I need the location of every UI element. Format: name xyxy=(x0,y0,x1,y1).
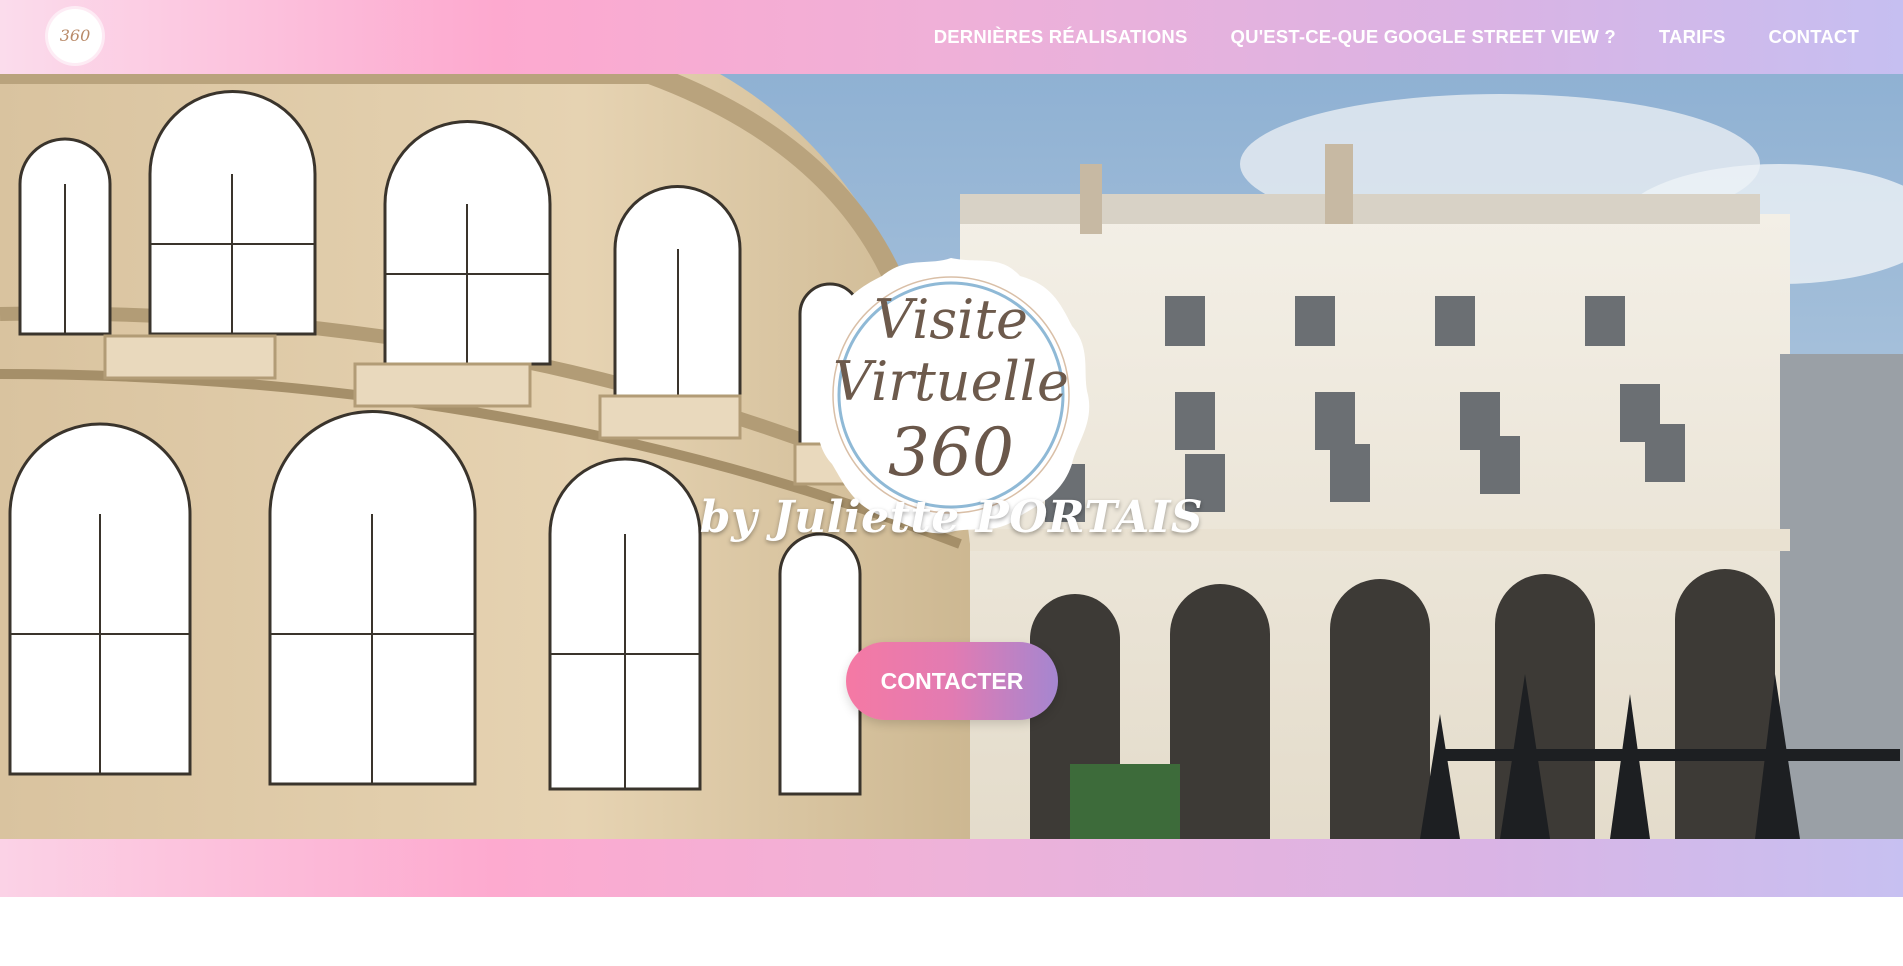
bottom-gradient-band xyxy=(0,839,1903,897)
top-navigation-bar: 360 DERNIÈRES RÉALISATIONS QU'EST-CE-QUE… xyxy=(0,0,1903,74)
nav-item-contact[interactable]: CONTACT xyxy=(1769,26,1859,48)
hero-byline: by Juliette PORTAIS xyxy=(699,492,1204,543)
hero-section: Visite Virtuelle 360 by Juliette PORTAIS… xyxy=(0,74,1903,839)
main-nav: DERNIÈRES RÉALISATIONS QU'EST-CE-QUE GOO… xyxy=(934,0,1859,74)
site-logo-text: 360 xyxy=(59,26,91,45)
hero-logo-line1: Visite xyxy=(874,288,1028,351)
nav-item-tarifs[interactable]: TARIFS xyxy=(1659,26,1726,48)
hero-logo-line2: Virtuelle xyxy=(832,350,1070,413)
contacter-button[interactable]: CONTACTER xyxy=(846,642,1058,720)
site-logo[interactable]: 360 xyxy=(48,9,102,63)
hero-logo-line3: 360 xyxy=(888,414,1014,491)
nav-item-google-street-view[interactable]: QU'EST-CE-QUE GOOGLE STREET VIEW ? xyxy=(1231,26,1616,48)
nav-item-dernieres-realisations[interactable]: DERNIÈRES RÉALISATIONS xyxy=(934,26,1188,48)
